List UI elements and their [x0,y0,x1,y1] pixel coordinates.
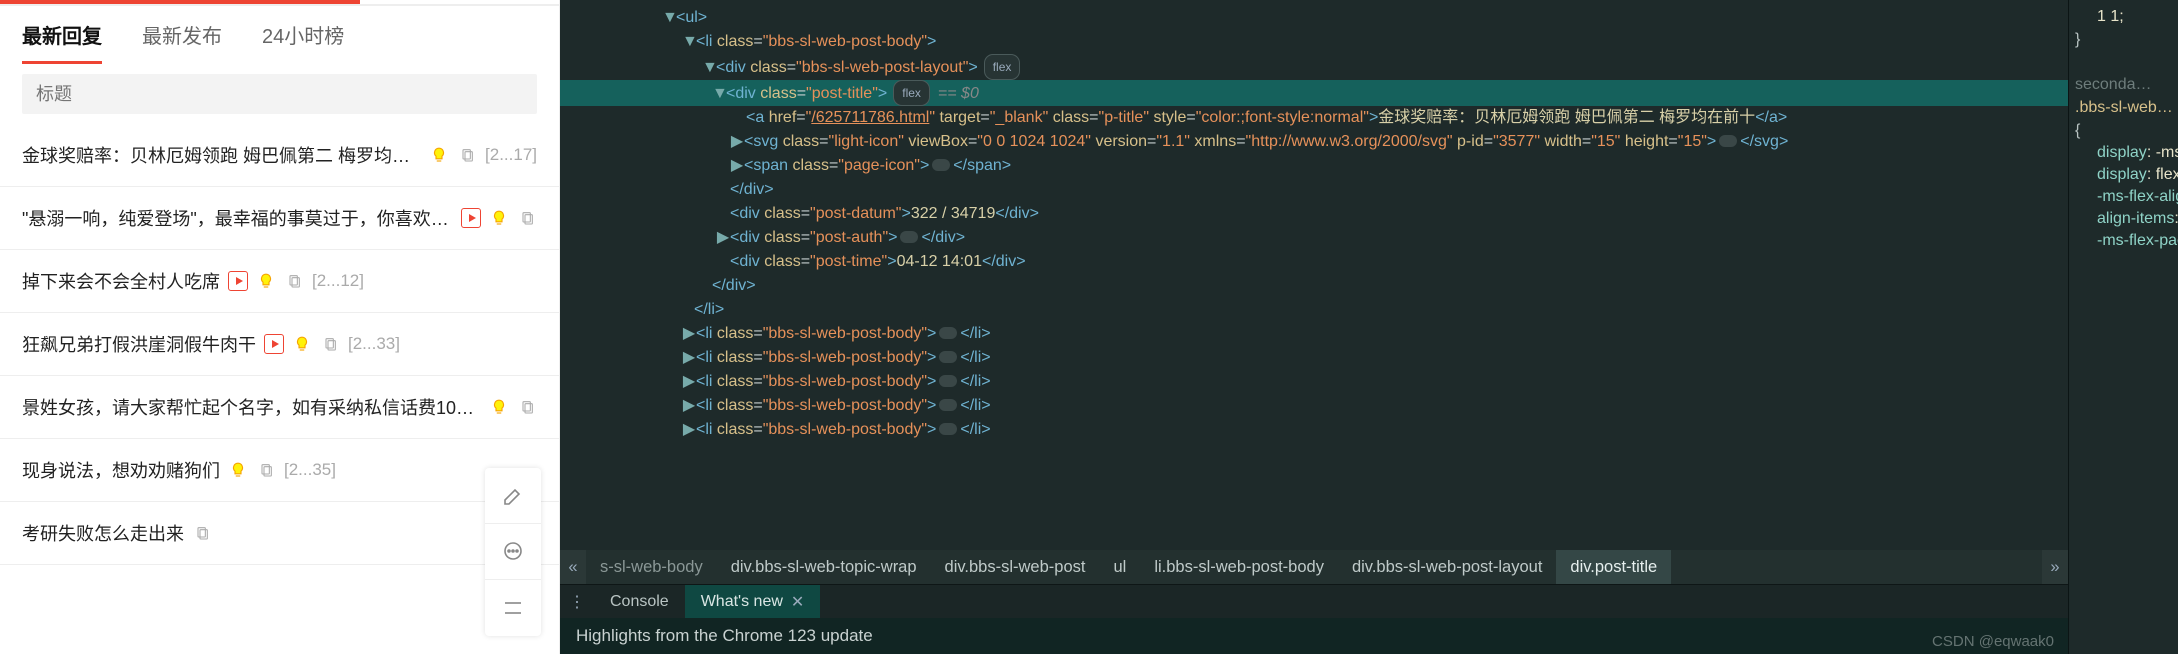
list-item[interactable]: "悬溺一响，纯爱登场"，最幸福的事莫过于，你喜欢的人也... [0,187,559,250]
tab-latest-post[interactable]: 最新发布 [142,20,222,64]
styles-pane[interactable]: 1 1; } seconda… .bbs-sl-web… post-body .… [2068,0,2178,654]
pages-icon [284,271,304,291]
close-icon[interactable]: ✕ [791,592,804,612]
search-input[interactable] [22,74,537,114]
list-item[interactable]: 金球奖赔率：贝林厄姆领跑 姆巴佩第二 梅罗均在前十 [2...17] [0,124,559,187]
drawer-tabs: ⋮ Console What's new✕ [560,584,2068,618]
list-item[interactable]: 掉下来会不会全村人吃席 [2...12] [0,250,559,313]
play-icon [264,334,284,354]
post-title: "悬溺一响，纯爱登场"，最幸福的事莫过于，你喜欢的人也... [22,205,453,231]
dom-tree[interactable]: ▼<ul> ▼<li class="bbs-sl-web-post-body">… [560,0,2068,550]
post-title: 狂飙兄弟打假洪崖洞假牛肉干 [22,331,256,357]
lightbulb-icon [256,271,276,291]
breadcrumb-item[interactable]: ul [1099,550,1140,584]
breadcrumb-item[interactable]: s-sl-web-body [586,550,717,584]
list-item[interactable]: 现身说法，想劝劝赌狗们 [2...35] [0,439,559,502]
pages-icon [517,397,537,417]
pages-icon [256,460,276,480]
forum-panel: 最新回复 最新发布 24小时榜 金球奖赔率：贝林厄姆领跑 姆巴佩第二 梅罗均在前… [0,0,560,654]
drawer-menu-icon[interactable]: ⋮ [560,592,594,612]
pages-label: [2...17] [485,145,537,165]
breadcrumb-item[interactable]: div.post-title [1556,550,1671,584]
breadcrumb-item[interactable]: li.bbs-sl-web-post-body [1140,550,1338,584]
comment-button[interactable] [485,524,541,580]
play-icon [461,208,481,228]
lightbulb-icon [228,460,248,480]
floating-toolbar [485,468,541,636]
post-title: 掉下来会不会全村人吃席 [22,268,220,294]
watermark: CSDN @eqwaak0 [1932,633,2054,650]
lightbulb-icon [292,334,312,354]
post-list: 金球奖赔率：贝林厄姆领跑 姆巴佩第二 梅罗均在前十 [2...17] "悬溺一响，纯… [0,124,559,654]
pages-icon [320,334,340,354]
list-item[interactable]: 狂飙兄弟打假洪崖洞假牛肉干 [2...33] [0,313,559,376]
post-title: 金球奖赔率：贝林厄姆领跑 姆巴佩第二 梅罗均在前十 [22,142,421,168]
whats-new-headline: Highlights from the Chrome 123 update [560,618,2068,654]
breadcrumb-item[interactable]: div.bbs-sl-web-topic-wrap [717,550,931,584]
tab-24h-rank[interactable]: 24小时榜 [262,20,344,64]
breadcrumb-prev[interactable]: « [560,550,586,584]
list-item[interactable]: 考研失败怎么走出来 [0,502,559,565]
whats-new-tab[interactable]: What's new✕ [685,585,821,618]
compose-button[interactable] [485,468,541,524]
devtools-elements: ▼<ul> ▼<li class="bbs-sl-web-post-body">… [560,0,2068,654]
post-title: 考研失败怎么走出来 [22,520,184,546]
pages-label: [2...33] [348,334,400,354]
breadcrumb-item[interactable]: div.bbs-sl-web-post [931,550,1100,584]
tab-latest-reply[interactable]: 最新回复 [22,20,102,64]
breadcrumb-next[interactable]: » [2042,550,2068,584]
more-button[interactable] [485,580,541,636]
breadcrumb-bar[interactable]: « s-sl-web-bodydiv.bbs-sl-web-topic-wrap… [560,550,2068,584]
pages-icon [517,208,537,228]
search-row [0,64,559,124]
post-title: 现身说法，想劝劝赌狗们 [22,457,220,483]
selected-node[interactable]: ▼<div class="post-title">flex== $0 [560,80,2068,106]
pages-label: [2...12] [312,271,364,291]
breadcrumb-item[interactable]: div.bbs-sl-web-post-layout [1338,550,1556,584]
forum-tabs: 最新回复 最新发布 24小时榜 [0,6,559,64]
console-tab[interactable]: Console [594,585,685,618]
pages-label: [2...35] [284,460,336,480]
play-icon [228,271,248,291]
list-item[interactable]: 景姓女孩，请大家帮忙起个名字，如有采纳私信话费100元 [0,376,559,439]
pages-icon [192,523,212,543]
pages-icon [457,145,477,165]
lightbulb-icon [429,145,449,165]
post-title: 景姓女孩，请大家帮忙起个名字，如有采纳私信话费100元 [22,394,481,420]
lightbulb-icon [489,208,509,228]
lightbulb-icon [489,397,509,417]
